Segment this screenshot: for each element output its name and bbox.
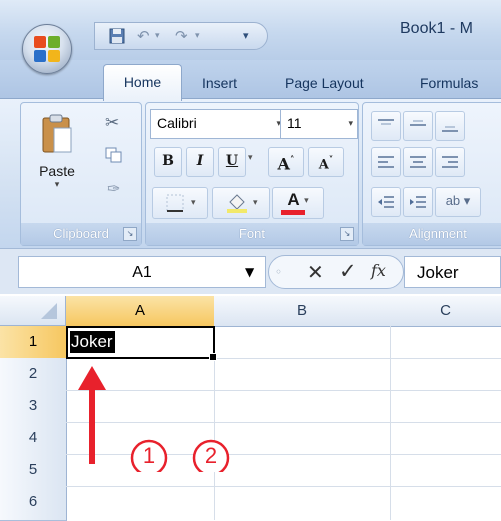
align-left-button[interactable]	[371, 147, 401, 177]
paste-label: Paste	[39, 163, 75, 179]
font-color-button[interactable]: A ▾	[272, 187, 324, 219]
tab-formulas[interactable]: Formulas	[420, 66, 478, 98]
font-group: Calibri ▾ 11 ▾ B I U ▾ A˄ A˅ ▾ ▾ A ▾ Fon…	[145, 102, 359, 246]
align-top-button[interactable]	[371, 111, 401, 141]
underline-dropdown-icon[interactable]: ▾	[248, 153, 253, 163]
grow-font-label: A	[277, 154, 290, 174]
name-box-dropdown-icon[interactable]: ▼	[245, 256, 254, 288]
clipboard-launcher-icon[interactable]: ↘	[123, 227, 137, 241]
alignment-group-label: Alignment	[363, 223, 501, 245]
font-launcher-icon[interactable]: ↘	[340, 227, 354, 241]
grow-font-button[interactable]: A˄	[268, 147, 304, 177]
fill-handle[interactable]	[209, 353, 217, 361]
formula-input[interactable]: Joker	[404, 256, 501, 288]
bold-button[interactable]: B	[154, 147, 182, 177]
fill-bucket-icon	[226, 194, 247, 213]
row-header-3[interactable]: 3	[0, 390, 67, 423]
align-top-icon	[378, 119, 394, 125]
chevron-down-icon: ▾	[252, 197, 258, 207]
expand-icon[interactable]: ◦	[275, 265, 282, 279]
step-number-2: 2	[204, 443, 218, 468]
cut-icon[interactable]: ✂	[105, 113, 119, 133]
row-header-5[interactable]: 5	[0, 454, 67, 487]
quick-access-toolbar: ↶ ▾ ↷ ▾ ▾	[94, 22, 268, 50]
align-left-icon	[378, 156, 394, 168]
tab-home[interactable]: Home	[103, 64, 182, 101]
cancel-icon[interactable]: ✕	[307, 260, 324, 284]
increase-indent-button[interactable]	[403, 187, 433, 217]
align-center-button[interactable]	[403, 147, 433, 177]
save-icon[interactable]	[109, 26, 125, 49]
align-bottom-icon	[442, 126, 458, 132]
cell-a1[interactable]: Joker	[66, 326, 217, 361]
undo-dropdown-icon[interactable]: ▾	[155, 26, 160, 46]
alignment-group: ab ▾ Alignment	[362, 102, 501, 246]
chevron-down-icon: ▾	[190, 197, 196, 207]
customize-qat-icon[interactable]: ▾	[243, 26, 249, 46]
cell-a1-text: Joker	[70, 331, 115, 353]
font-name-combo[interactable]: Calibri ▾	[150, 109, 286, 139]
align-center-icon	[410, 156, 426, 168]
row-header-4[interactable]: 4	[0, 422, 67, 455]
undo-icon[interactable]: ↶	[137, 26, 150, 46]
chevron-down-icon: ▾	[348, 118, 353, 128]
select-all-corner[interactable]	[0, 296, 66, 326]
formula-buttons: ◦ ✕ ✓ fx	[268, 255, 404, 289]
column-header-b[interactable]: B	[214, 296, 391, 327]
tab-insert[interactable]: Insert	[202, 66, 237, 98]
office-button[interactable]	[22, 24, 72, 74]
orientation-button[interactable]: ab ▾	[435, 187, 481, 217]
paste-dropdown-icon: ▾	[54, 179, 60, 189]
select-all-icon	[41, 303, 57, 319]
column-header-c[interactable]: C	[390, 296, 501, 327]
font-size-value: 11	[287, 115, 302, 131]
gridline	[390, 326, 391, 520]
gridline	[66, 486, 501, 487]
step-number-1: 1	[142, 443, 156, 468]
borders-icon	[166, 194, 183, 212]
redo-dropdown-icon[interactable]: ▾	[195, 26, 200, 46]
clipboard-group: Paste ▾ ✂ ✑ Clipboard ↘	[20, 102, 142, 246]
office-logo-icon	[34, 36, 62, 64]
window-title: Book1 - M	[400, 20, 473, 37]
align-right-icon	[442, 156, 458, 168]
copy-icon[interactable]	[105, 147, 123, 163]
paste-icon	[42, 114, 72, 153]
align-bottom-button[interactable]	[435, 111, 465, 141]
underline-button[interactable]: U	[218, 147, 246, 177]
name-box[interactable]: A1	[18, 256, 266, 288]
font-name-value: Calibri	[157, 115, 197, 131]
shrink-font-button[interactable]: A˅	[308, 147, 344, 177]
row-header-2[interactable]: 2	[0, 358, 67, 391]
italic-button[interactable]: I	[186, 147, 214, 177]
column-header-a[interactable]: A	[66, 296, 215, 327]
enter-icon[interactable]: ✓	[339, 259, 357, 283]
fill-color-button[interactable]: ▾	[212, 187, 270, 219]
format-painter-icon[interactable]: ✑	[107, 179, 120, 198]
align-right-button[interactable]	[435, 147, 465, 177]
insert-function-icon[interactable]: fx	[371, 261, 386, 280]
red-arrow-icon	[78, 366, 106, 464]
decrease-indent-button[interactable]	[371, 187, 401, 217]
increase-indent-icon	[410, 196, 426, 208]
align-middle-button[interactable]	[403, 111, 433, 141]
font-color-letter: A	[287, 190, 300, 209]
tab-page-layout[interactable]: Page Layout	[285, 66, 364, 98]
row-header-6[interactable]: 6	[0, 486, 67, 521]
font-color-swatch	[281, 210, 305, 215]
redo-icon[interactable]: ↷	[175, 26, 188, 46]
borders-button[interactable]: ▾	[152, 187, 208, 219]
orientation-icon: ab ▾	[445, 193, 471, 208]
row-header-1[interactable]: 1	[0, 326, 67, 359]
paste-button[interactable]: Paste ▾	[31, 109, 83, 215]
font-size-combo[interactable]: 11 ▾	[280, 109, 358, 139]
align-middle-icon	[410, 120, 426, 126]
shrink-font-label: A	[318, 157, 329, 173]
chevron-down-icon: ▾	[304, 195, 309, 205]
font-group-label: Font	[146, 223, 358, 245]
decrease-indent-icon	[378, 196, 394, 208]
